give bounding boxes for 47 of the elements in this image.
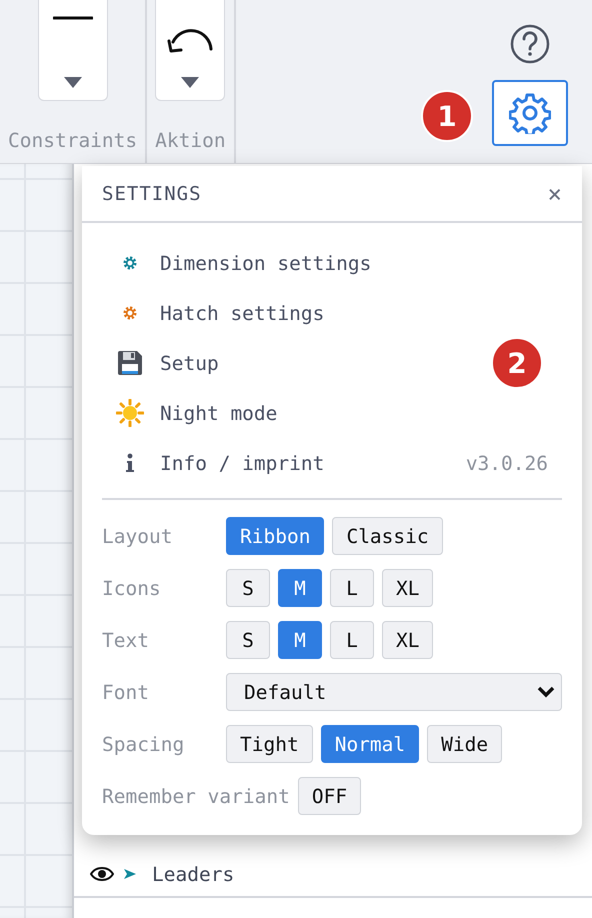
settings-button[interactable] bbox=[492, 80, 568, 146]
option-button[interactable]: L bbox=[330, 621, 374, 659]
gear-icon bbox=[122, 305, 138, 321]
option-button[interactable]: Tight bbox=[226, 725, 313, 763]
option-button[interactable]: M bbox=[278, 569, 322, 607]
option-button[interactable]: Normal bbox=[320, 725, 420, 763]
option-label: Text bbox=[102, 628, 150, 652]
option-label: Icons bbox=[102, 576, 162, 600]
close-button[interactable]: × bbox=[548, 180, 562, 208]
tool-dropdown-button[interactable] bbox=[155, 0, 226, 101]
chevron-down-icon bbox=[537, 686, 555, 698]
menu-item[interactable]: Info / imprint v3.0.26 bbox=[102, 438, 562, 488]
sun-icon bbox=[116, 399, 144, 427]
group-label: Constraints bbox=[8, 129, 138, 152]
option-label: Remember variant bbox=[102, 784, 290, 808]
toggle-button[interactable]: OFF bbox=[298, 777, 362, 815]
group-label: Aktion bbox=[155, 129, 226, 152]
settings-icon bbox=[509, 92, 551, 134]
caret-icon bbox=[181, 77, 200, 88]
option-button[interactable]: XL bbox=[382, 569, 434, 607]
option-button[interactable]: Classic bbox=[332, 517, 443, 555]
menu-item[interactable]: Dimension settings bbox=[102, 238, 380, 288]
option-label: Layout bbox=[102, 524, 174, 548]
option-button[interactable]: Ribbon bbox=[226, 517, 324, 555]
option-button[interactable]: S bbox=[226, 569, 270, 607]
line-tool-icon bbox=[52, 16, 93, 20]
layer-label[interactable]: Leaders bbox=[152, 862, 234, 886]
menu-item[interactable]: Night mode bbox=[102, 388, 286, 438]
option-button[interactable]: Wide bbox=[427, 725, 502, 763]
option-button[interactable]: S bbox=[226, 621, 270, 659]
font-select[interactable]: Default bbox=[226, 673, 562, 711]
tool-dropdown-button[interactable] bbox=[38, 0, 108, 101]
help-icon[interactable] bbox=[510, 24, 550, 64]
dialog-title: SETTINGS bbox=[102, 182, 202, 204]
gear-icon bbox=[122, 255, 138, 271]
option-label: Spacing bbox=[102, 732, 186, 756]
info-icon bbox=[125, 453, 135, 473]
option-button[interactable]: L bbox=[330, 569, 374, 607]
menu-item[interactable]: Hatch settings bbox=[102, 288, 332, 338]
arrowhead-icon bbox=[124, 868, 136, 880]
menu-item[interactable]: Setup bbox=[102, 338, 227, 388]
caret-icon bbox=[64, 77, 82, 88]
version-label: v3.0.26 bbox=[466, 452, 548, 474]
eye-icon[interactable] bbox=[90, 866, 114, 882]
option-button[interactable]: M bbox=[278, 621, 322, 659]
option-label: Font bbox=[102, 680, 150, 704]
option-button[interactable]: XL bbox=[382, 621, 434, 659]
